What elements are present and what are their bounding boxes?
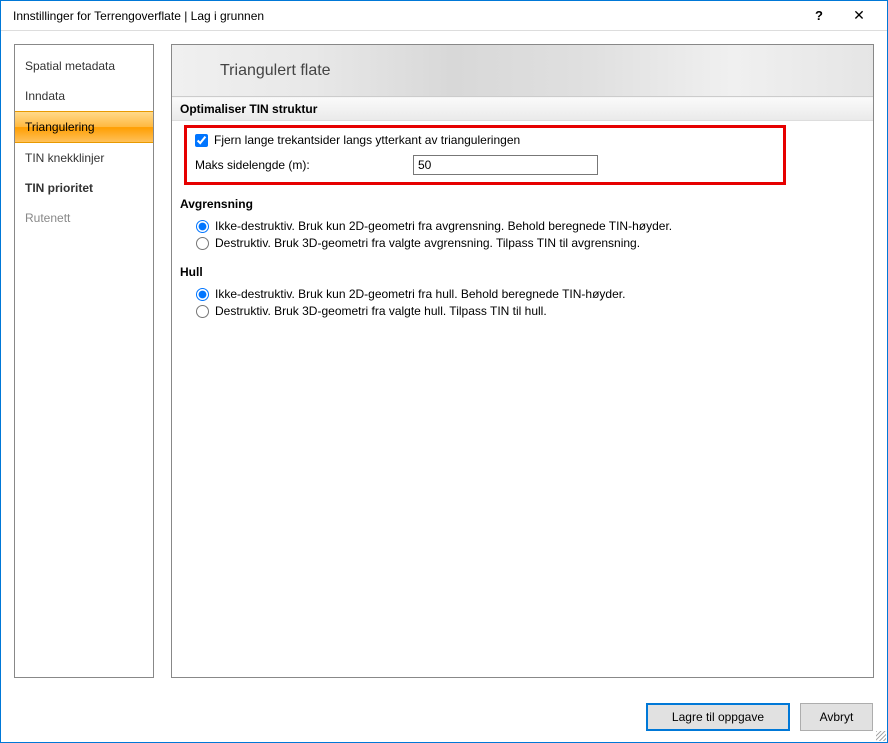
highlight-box: Fjern lange trekantsider langs ytterkant… xyxy=(184,125,786,185)
content-area: Spatial metadata Inndata Triangulering T… xyxy=(1,31,887,691)
sidebar: Spatial metadata Inndata Triangulering T… xyxy=(14,44,154,678)
avgrensning-radio-destructive[interactable] xyxy=(196,237,209,250)
remove-long-edges-label: Fjern lange trekantsider langs ytterkant… xyxy=(214,133,520,147)
sidebar-item-triangulering[interactable]: Triangulering xyxy=(15,111,153,143)
hull-radio-destructive[interactable] xyxy=(196,305,209,318)
cancel-button[interactable]: Avbryt xyxy=(800,703,873,731)
radio-row-hull-2[interactable]: Destruktiv. Bruk 3D-geometri fra valgte … xyxy=(196,304,865,318)
save-button[interactable]: Lagre til oppgave xyxy=(646,703,790,731)
help-button[interactable]: ? xyxy=(799,2,839,30)
avgrensning-label-2: Destruktiv. Bruk 3D-geometri fra valgte … xyxy=(215,236,640,250)
radio-row-hull-1[interactable]: Ikke-destruktiv. Bruk kun 2D-geometri fr… xyxy=(196,287,865,301)
max-side-length-label: Maks sidelengde (m): xyxy=(195,158,405,172)
max-side-length-input[interactable] xyxy=(413,155,598,175)
sidebar-item-inndata[interactable]: Inndata xyxy=(15,81,153,111)
sidebar-item-tin-knekklinjer[interactable]: TIN knekklinjer xyxy=(15,143,153,173)
sidebar-item-rutenett[interactable]: Rutenett xyxy=(15,203,153,233)
close-button[interactable]: ✕ xyxy=(839,2,879,30)
field-row-max-length: Maks sidelengde (m): xyxy=(195,155,775,175)
hull-label-2: Destruktiv. Bruk 3D-geometri fra valgte … xyxy=(215,304,547,318)
hull-radio-nondestructive[interactable] xyxy=(196,288,209,301)
section-title-hull: Hull xyxy=(172,259,873,282)
section-title-optimaliser: Optimaliser TIN struktur xyxy=(172,98,873,121)
panel-body: Optimaliser TIN struktur Fjern lange tre… xyxy=(172,98,873,677)
sidebar-item-spatial-metadata[interactable]: Spatial metadata xyxy=(15,51,153,81)
main-panel: Triangulert flate Optimaliser TIN strukt… xyxy=(171,44,874,678)
window-title: Innstillinger for Terrengoverflate | Lag… xyxy=(13,9,799,23)
footer: Lagre til oppgave Avbryt xyxy=(1,692,887,742)
avgrensning-radio-nondestructive[interactable] xyxy=(196,220,209,233)
titlebar: Innstillinger for Terrengoverflate | Lag… xyxy=(1,1,887,31)
radio-group-hull: Ikke-destruktiv. Bruk kun 2D-geometri fr… xyxy=(172,282,873,327)
resize-grip-icon[interactable] xyxy=(876,731,886,741)
sidebar-item-tin-prioritet[interactable]: TIN prioritet xyxy=(15,173,153,203)
checkbox-row-remove-edges: Fjern lange trekantsider langs ytterkant… xyxy=(195,133,775,147)
avgrensning-label-1: Ikke-destruktiv. Bruk kun 2D-geometri fr… xyxy=(215,219,672,233)
radio-row-avgrensning-1[interactable]: Ikke-destruktiv. Bruk kun 2D-geometri fr… xyxy=(196,219,865,233)
radio-row-avgrensning-2[interactable]: Destruktiv. Bruk 3D-geometri fra valgte … xyxy=(196,236,865,250)
section-title-avgrensning: Avgrensning xyxy=(172,191,873,214)
radio-group-avgrensning: Ikke-destruktiv. Bruk kun 2D-geometri fr… xyxy=(172,214,873,259)
remove-long-edges-checkbox[interactable] xyxy=(195,134,208,147)
panel-heading: Triangulert flate xyxy=(172,45,873,97)
hull-label-1: Ikke-destruktiv. Bruk kun 2D-geometri fr… xyxy=(215,287,625,301)
